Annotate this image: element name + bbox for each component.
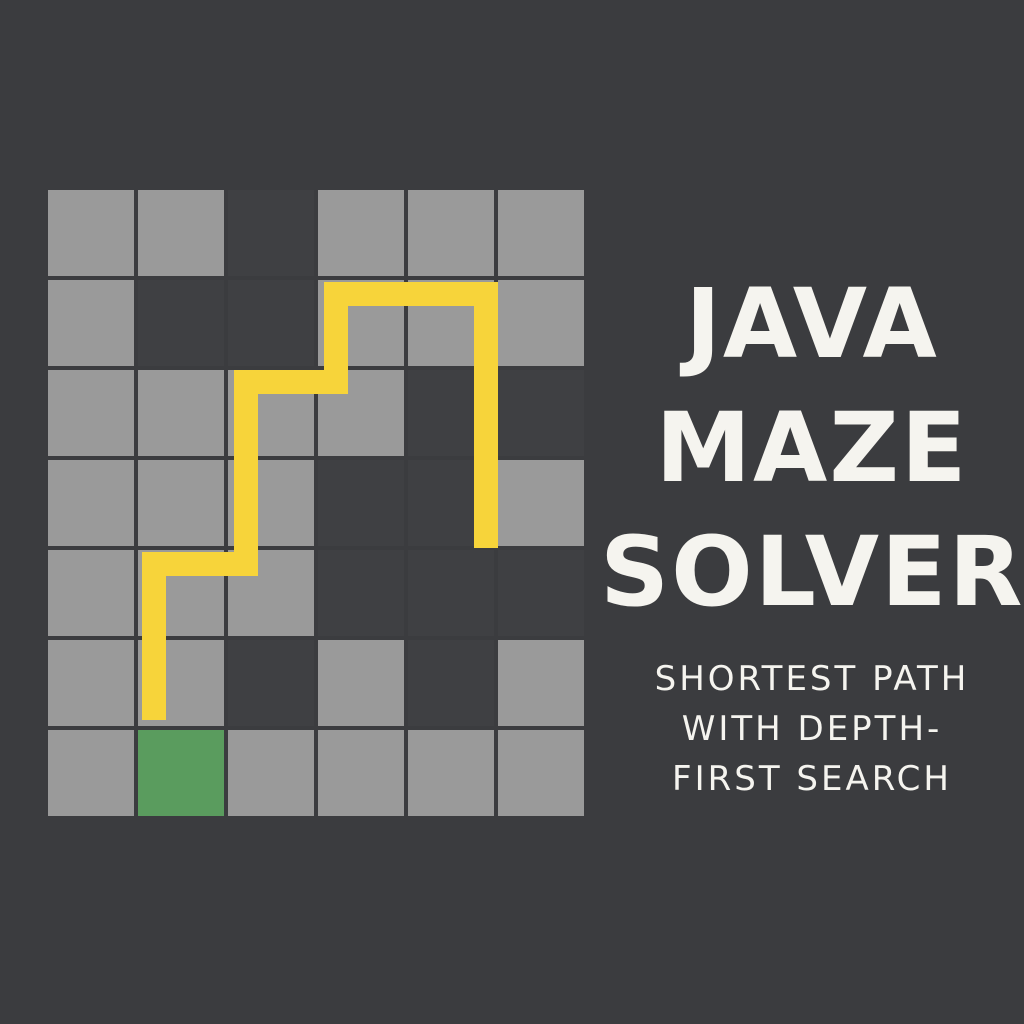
open-cell <box>138 550 224 636</box>
maze-grid <box>48 190 590 822</box>
open-cell <box>228 550 314 636</box>
wall-cell <box>228 190 314 276</box>
open-cell <box>318 370 404 456</box>
open-cell <box>228 730 314 816</box>
wall-cell <box>498 550 584 636</box>
open-cell <box>498 640 584 726</box>
title-line-maze: MAZE <box>655 392 969 504</box>
open-cell <box>318 190 404 276</box>
open-cell <box>318 280 404 366</box>
open-cell <box>48 460 134 546</box>
open-cell <box>138 370 224 456</box>
open-cell <box>48 640 134 726</box>
wall-cell <box>228 640 314 726</box>
open-cell <box>498 730 584 816</box>
wall-cell <box>318 550 404 636</box>
open-cell <box>48 280 134 366</box>
subtitle: SHORTEST PATH WITH DEPTH- FIRST SEARCH <box>600 654 1024 804</box>
open-cell <box>48 190 134 276</box>
wall-cell <box>228 280 314 366</box>
open-cell <box>48 730 134 816</box>
open-cell <box>498 190 584 276</box>
wall-cell <box>498 370 584 456</box>
title-line-java: JAVA <box>685 268 939 380</box>
subtitle-line-2: WITH DEPTH- <box>681 709 943 749</box>
subtitle-line-1: SHORTEST PATH <box>654 659 970 699</box>
open-cell <box>138 460 224 546</box>
open-cell <box>138 640 224 726</box>
wall-cell <box>318 460 404 546</box>
title-line-solver: SOLVER <box>600 516 1024 628</box>
title: JAVA MAZE SOLVER <box>600 262 1024 634</box>
open-cell <box>48 370 134 456</box>
open-cell <box>318 730 404 816</box>
open-cell <box>48 550 134 636</box>
wall-cell <box>408 550 494 636</box>
open-cell <box>318 640 404 726</box>
open-cell <box>408 280 494 366</box>
open-cell <box>228 370 314 456</box>
goal-cell <box>138 730 224 816</box>
open-cell <box>498 460 584 546</box>
wall-cell <box>138 280 224 366</box>
wall-cell <box>408 460 494 546</box>
open-cell <box>138 190 224 276</box>
open-cell <box>408 730 494 816</box>
subtitle-line-3: FIRST SEARCH <box>672 759 952 799</box>
open-cell <box>498 280 584 366</box>
open-cell <box>408 190 494 276</box>
wall-cell <box>408 370 494 456</box>
open-cell <box>228 460 314 546</box>
wall-cell <box>408 640 494 726</box>
